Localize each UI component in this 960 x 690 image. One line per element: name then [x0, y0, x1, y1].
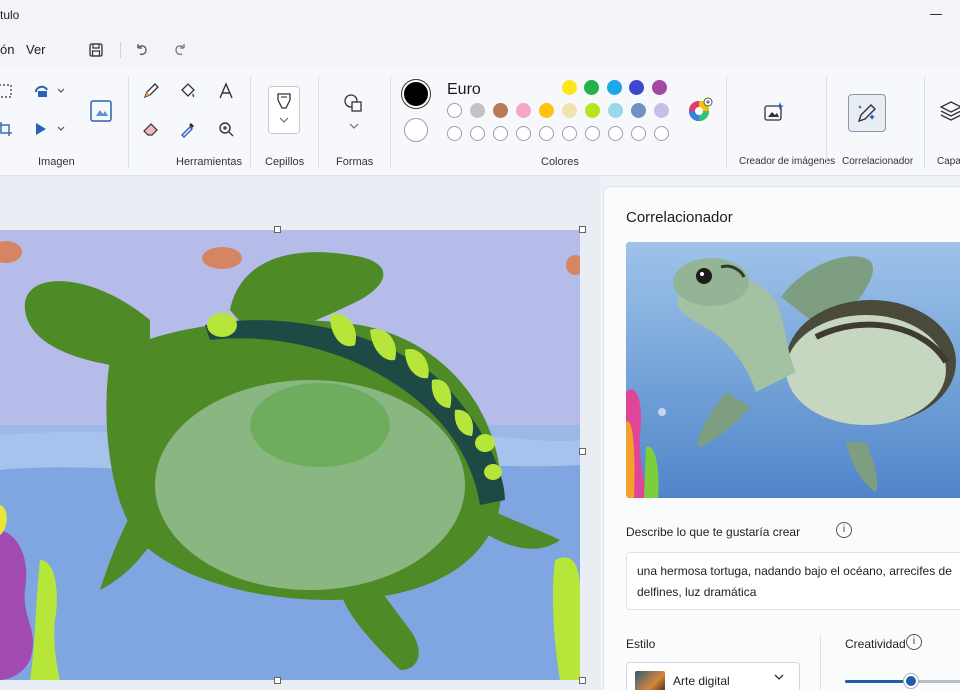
group-label-image: Imagen: [38, 156, 75, 168]
resize-handle-top-right[interactable]: [579, 226, 586, 233]
layers-icon[interactable]: [938, 98, 960, 124]
ribbon: Imagen Herramientas Cepillos Formas Euro: [0, 68, 960, 176]
save-icon[interactable]: [86, 40, 106, 60]
custom-color-slot[interactable]: [608, 126, 623, 141]
custom-color-slot[interactable]: [585, 126, 600, 141]
eraser-icon[interactable]: [138, 116, 164, 142]
creativity-info-icon[interactable]: i: [906, 634, 922, 650]
palette-swatch[interactable]: [652, 80, 667, 95]
style-value: Arte digital: [673, 674, 730, 688]
custom-color-slot[interactable]: [539, 126, 554, 141]
flip-icon[interactable]: [30, 116, 70, 142]
style-thumbnail: [635, 671, 665, 690]
creativity-label: Creatividad: [845, 637, 906, 651]
ribbon-separator: [250, 76, 251, 168]
palette-swatch[interactable]: [470, 103, 485, 118]
turtle-drawing: [0, 230, 580, 680]
group-label-layers[interactable]: Capa: [937, 156, 960, 167]
resize-handle-right[interactable]: [579, 448, 586, 455]
ribbon-separator: [390, 76, 391, 168]
chevron-down-icon: [773, 671, 785, 686]
ribbon-separator: [318, 76, 319, 168]
custom-color-slot[interactable]: [493, 126, 508, 141]
palette-swatch[interactable]: [447, 103, 462, 118]
group-label-shapes: Formas: [336, 156, 374, 168]
custom-color-slot[interactable]: [631, 126, 646, 141]
resize-handle-bottom[interactable]: [274, 677, 281, 684]
panel-title: Correlacionador: [626, 209, 733, 226]
text-icon[interactable]: [213, 78, 239, 104]
ribbon-separator: [726, 76, 727, 168]
rotate-icon[interactable]: [30, 78, 70, 104]
custom-color-slot[interactable]: [654, 126, 669, 141]
palette-swatch[interactable]: [585, 103, 600, 118]
palette-swatch[interactable]: [629, 80, 644, 95]
secondary-color-swatch[interactable]: [404, 118, 428, 142]
group-label-tools: Herramientas: [176, 156, 243, 168]
resize-handle-bottom-right[interactable]: [579, 677, 586, 684]
group-label-cocreator[interactable]: Correlacionador: [842, 156, 913, 167]
creativity-slider-thumb[interactable]: [904, 674, 918, 688]
window-title: tulo: [0, 8, 20, 22]
select-icon[interactable]: [0, 78, 18, 104]
shapes-icon[interactable]: [340, 90, 368, 136]
menu-bar: ón Ver: [0, 32, 960, 68]
custom-color-slot[interactable]: [516, 126, 531, 141]
primary-color-swatch[interactable]: [402, 80, 430, 108]
undo-icon[interactable]: [132, 40, 152, 60]
palette-swatch[interactable]: [607, 80, 622, 95]
minimize-icon[interactable]: [930, 6, 944, 20]
panel-separator: [820, 635, 821, 690]
style-dropdown[interactable]: Arte digital: [626, 662, 800, 690]
crop-icon[interactable]: [0, 116, 18, 142]
image-creator-icon[interactable]: [760, 98, 788, 126]
ribbon-separator: [826, 76, 827, 168]
palette-swatch[interactable]: [608, 103, 623, 118]
brush-icon[interactable]: [268, 86, 300, 134]
generated-image-preview[interactable]: [626, 242, 960, 498]
group-label-colors: Colores: [541, 156, 579, 168]
group-label-brushes: Cepillos: [265, 156, 305, 168]
resize-icon[interactable]: [86, 96, 116, 126]
drawing-canvas[interactable]: [0, 230, 580, 680]
palette-swatch[interactable]: [562, 80, 577, 95]
redo-icon[interactable]: [170, 40, 190, 60]
palette-swatch[interactable]: [654, 103, 669, 118]
cocreator-icon[interactable]: [848, 94, 886, 132]
group-label-image-creator[interactable]: Creador de imágenes: [739, 156, 835, 167]
magnifier-icon[interactable]: [213, 116, 239, 142]
custom-color-slot[interactable]: [447, 126, 462, 141]
color-picker-icon[interactable]: [175, 116, 201, 142]
menu-file[interactable]: ón: [0, 42, 14, 57]
style-label: Estilo: [626, 637, 656, 651]
palette-swatch[interactable]: [493, 103, 508, 118]
cocreator-panel: Correlacionador Describe lo que te gusta…: [603, 186, 960, 690]
menu-view[interactable]: Ver: [26, 42, 46, 57]
creativity-slider-fill: [845, 680, 911, 683]
fill-bucket-icon[interactable]: [175, 78, 201, 104]
current-color-name: Euro: [447, 81, 481, 98]
custom-color-slot[interactable]: [470, 126, 485, 141]
palette-swatch[interactable]: [631, 103, 646, 118]
ribbon-separator: [924, 76, 925, 168]
resize-handle-top[interactable]: [274, 226, 281, 233]
pencil-icon[interactable]: [138, 78, 164, 104]
palette-swatch[interactable]: [562, 103, 577, 118]
turtle-preview-image: [626, 242, 960, 498]
info-icon[interactable]: i: [836, 522, 852, 538]
title-bar: tulo: [0, 0, 960, 32]
edit-colors-icon[interactable]: [686, 96, 714, 124]
palette-swatch[interactable]: [539, 103, 554, 118]
prompt-label: Describe lo que te gustaría crear: [626, 525, 801, 539]
palette-swatch[interactable]: [516, 103, 531, 118]
custom-color-slot[interactable]: [562, 126, 577, 141]
prompt-textarea[interactable]: una hermosa tortuga, nadando bajo el océ…: [626, 552, 960, 610]
creativity-slider[interactable]: [845, 674, 960, 688]
ribbon-separator: [128, 76, 129, 168]
palette-swatch[interactable]: [584, 80, 599, 95]
menu-separator: [120, 42, 121, 58]
